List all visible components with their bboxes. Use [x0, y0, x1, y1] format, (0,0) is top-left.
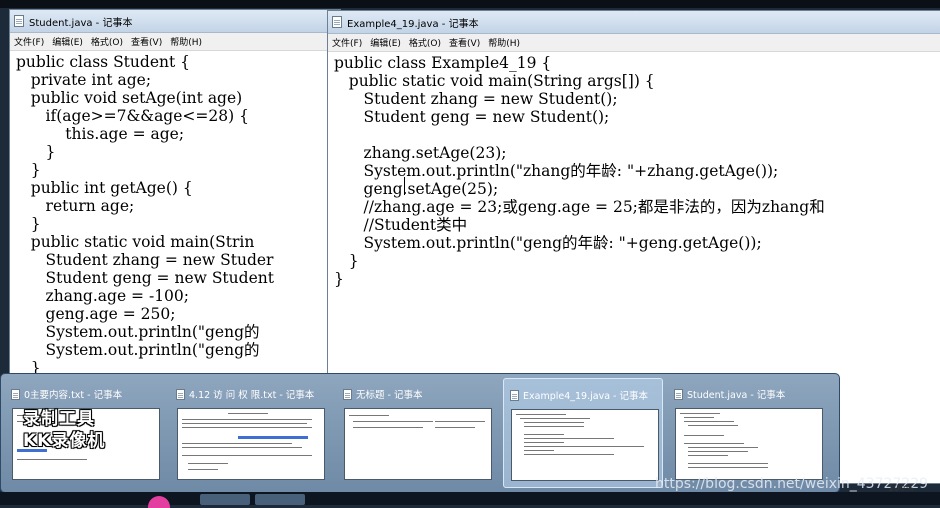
- code-line: }: [16, 215, 41, 233]
- thumbnail-title: 无标题 - 记事本: [356, 390, 423, 401]
- notepad-icon: [510, 389, 519, 401]
- menu-view[interactable]: 查看(V): [131, 35, 162, 48]
- code-line: //zhang.age = 23;或geng.age = 25;都是非法的，因为…: [334, 198, 825, 216]
- code-line: System.out.println("geng的年龄: "+geng.getA…: [334, 234, 762, 252]
- code-line: public int getAge() {: [16, 179, 193, 197]
- code-line: }: [334, 270, 344, 288]
- code-line: public static void main(Strin: [16, 233, 255, 251]
- menu-view[interactable]: 查看(V): [449, 36, 480, 49]
- code-line: System.out.println("zhang的年龄: "+zhang.ge…: [334, 162, 779, 180]
- zoom-level: 100%: [888, 484, 914, 494]
- thumbnail-example4-19[interactable]: Example4_19.java - 记事本: [503, 378, 663, 488]
- thumbnail-preview: [675, 408, 823, 480]
- code-line: Student geng = new Student();: [334, 108, 610, 126]
- thumbnail-title: Student.java - 记事本: [687, 390, 786, 401]
- student-window-title: Student.java - 记事本: [29, 17, 133, 29]
- thumbnail-student-java[interactable]: Student.java - 记事本: [668, 378, 828, 488]
- recorder-watermark: 录制工具 KK录像机: [23, 409, 106, 451]
- thumbnail-title: 4.12 访 问 权 限.txt - 记事本: [189, 390, 315, 401]
- student-window-titlebar[interactable]: Student.java - 记事本: [10, 10, 340, 33]
- code-line: geng.setAge(25);: [334, 180, 499, 198]
- notepad-icon: [343, 388, 352, 400]
- taskbar-button[interactable]: [200, 494, 250, 505]
- thumbnail-title: Example4_19.java - 记事本: [523, 391, 648, 402]
- menu-edit[interactable]: 编辑(E): [52, 35, 83, 48]
- student-notepad-window[interactable]: Student.java - 记事本 文件(F) 编辑(E) 格式(O) 查看(…: [9, 9, 341, 384]
- notepad-icon: [332, 16, 342, 28]
- code-line: Student zhang = new Student();: [334, 90, 618, 108]
- code-line: }: [16, 143, 56, 161]
- example-menubar: 文件(F) 编辑(E) 格式(O) 查看(V) 帮助(H): [328, 34, 940, 52]
- notepad-icon: [674, 388, 683, 400]
- notepad-icon: [176, 388, 185, 400]
- code-line: private int age;: [16, 71, 152, 89]
- menu-format[interactable]: 格式(O): [409, 36, 441, 49]
- thumbnail-title: 0主要内容.txt - 记事本: [24, 390, 123, 401]
- menu-file[interactable]: 文件(F): [332, 36, 362, 49]
- menu-file[interactable]: 文件(F): [14, 35, 44, 48]
- thumbnail-preview: [511, 409, 659, 481]
- thumbnail-access-control[interactable]: 4.12 访 问 权 限.txt - 记事本: [170, 378, 330, 488]
- code-line: System.out.println("geng的: [16, 323, 260, 341]
- thumbnail-preview: [344, 408, 492, 480]
- taskbar-button[interactable]: [255, 494, 305, 505]
- windows-taskbar: [0, 492, 940, 505]
- code-line: }: [16, 161, 41, 179]
- code-line: this.age = age;: [16, 125, 185, 143]
- example-window-titlebar[interactable]: Example4_19.java - 记事本: [328, 11, 940, 34]
- example-window-title: Example4_19.java - 记事本: [347, 18, 479, 30]
- notepad-icon: [14, 15, 24, 27]
- menu-help[interactable]: 帮助(H): [488, 36, 520, 49]
- code-line: geng.age = 250;: [16, 305, 176, 323]
- code-line: zhang.age = -100;: [16, 287, 190, 305]
- student-text-area[interactable]: public class Student { private int age; …: [10, 51, 340, 383]
- code-line: public class Example4_19 {: [334, 54, 552, 72]
- thumbnail-preview: [177, 408, 325, 480]
- menu-format[interactable]: 格式(O): [91, 35, 123, 48]
- code-line: Student zhang = new Studer: [16, 251, 274, 269]
- code-line: }: [334, 252, 359, 270]
- code-line: //Student类中: [334, 216, 468, 234]
- code-line: zhang.setAge(23);: [334, 144, 507, 162]
- menu-help[interactable]: 帮助(H): [170, 35, 202, 48]
- code-line: public class Student {: [16, 53, 190, 71]
- notepad-icon: [11, 388, 20, 400]
- code-line: public static void main(String args[]) {: [334, 72, 655, 90]
- top-dark-strip: [0, 0, 940, 8]
- menu-edit[interactable]: 编辑(E): [370, 36, 401, 49]
- code-line: if(age>=7&&age<=28) {: [16, 107, 249, 125]
- thumbnail-untitled[interactable]: 无标题 - 记事本: [337, 378, 497, 488]
- code-line: return age;: [16, 197, 135, 215]
- code-line: public void setAge(int age): [16, 89, 243, 107]
- code-line: System.out.println("geng的: [16, 341, 260, 359]
- code-line: Student geng = new Student: [16, 269, 274, 287]
- taskbar-thumbnail-popup: 0主要内容.txt - 记事本 4.12 访 问 权 限.txt - 记事本 无…: [0, 373, 840, 493]
- student-menubar: 文件(F) 编辑(E) 格式(O) 查看(V) 帮助(H): [10, 33, 340, 51]
